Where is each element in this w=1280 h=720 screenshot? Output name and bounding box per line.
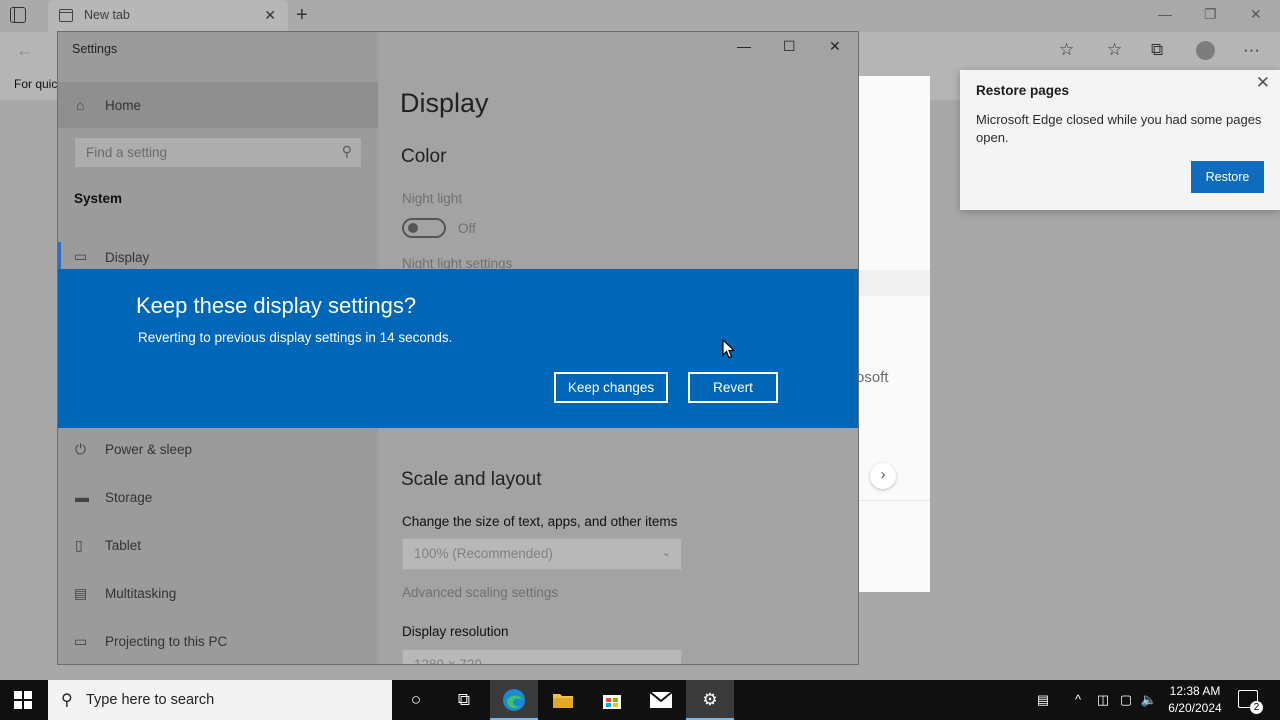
sidebar-item-tablet[interactable]: Tablet <box>105 538 141 553</box>
file-explorer-icon[interactable] <box>539 680 587 720</box>
favorites-icon[interactable]: ☆ <box>1107 40 1122 60</box>
find-setting-search[interactable]: ⚲ <box>74 137 362 168</box>
store-icon[interactable] <box>588 680 636 720</box>
taskbar: ⚲ ○ ⧉ ⚙ ▤ ^ ◫ ▢ 🔈 12:38 AM 6/20/2024 <box>0 680 1280 720</box>
mouse-cursor-icon <box>722 339 736 359</box>
back-arrow-icon[interactable]: ← <box>16 40 34 61</box>
chevron-down-icon: ⌄ <box>661 658 671 665</box>
start-quad <box>14 701 22 709</box>
tab-actions-icon[interactable] <box>10 7 26 23</box>
sidebar-section-system: System <box>74 191 123 206</box>
network-icon[interactable]: ▢ <box>1116 680 1136 720</box>
page-title: Display <box>400 88 489 118</box>
close-window-icon[interactable]: ✕ <box>829 38 841 55</box>
restore-title: Restore pages <box>976 83 1070 98</box>
tab-title: New tab <box>84 8 130 22</box>
toggle-knob <box>408 223 418 233</box>
tab-close-icon[interactable]: ✕ <box>264 7 276 24</box>
start-quad <box>24 691 32 699</box>
new-tab-favicon-icon <box>59 9 73 22</box>
taskbar-search-input[interactable] <box>86 688 376 712</box>
folder-icon <box>553 694 573 708</box>
scale-label: Change the size of text, apps, and other… <box>402 514 678 529</box>
start-quad <box>24 701 32 709</box>
projecting-icon: ▭ <box>74 633 88 649</box>
sidebar-item-projecting[interactable]: Projecting to this PC <box>105 634 227 649</box>
chevron-right-icon[interactable]: › <box>870 463 896 489</box>
power-icon: ⏻ <box>75 441 87 457</box>
resolution-value: 1280 × 720 <box>414 657 482 665</box>
edge-restore-icon[interactable]: ❐ <box>1204 6 1217 23</box>
taskbar-search-box[interactable]: ⚲ <box>48 680 392 720</box>
scale-layout-heading: Scale and layout <box>401 469 542 490</box>
card-band <box>858 270 930 296</box>
notification-count-badge: 2 <box>1250 701 1263 714</box>
favorites-bar-text: For quic <box>14 77 58 91</box>
resolution-dropdown[interactable]: 1280 × 720 ⌄ <box>402 649 682 665</box>
card-partial-text: osoft <box>856 369 889 386</box>
search-icon: ⚲ <box>341 143 352 159</box>
dialog-heading: Keep these display settings? <box>136 293 417 318</box>
keep-display-settings-dialog: Keep these display settings? Reverting t… <box>58 269 858 428</box>
resolution-label: Display resolution <box>402 624 509 639</box>
card-divider <box>858 500 930 501</box>
keep-changes-button[interactable]: Keep changes <box>554 372 668 403</box>
chevron-down-icon: ⌄ <box>661 547 671 559</box>
shopping-bag-icon <box>603 695 621 709</box>
edge-logo-icon <box>503 689 525 711</box>
volume-muted-icon[interactable]: 🔈 <box>1139 680 1159 720</box>
night-light-state: Off <box>458 221 476 236</box>
monitor-icon: ▭ <box>74 248 88 264</box>
new-tab-plus-icon[interactable]: + <box>296 4 308 27</box>
sidebar-item-storage[interactable]: Storage <box>105 490 152 505</box>
scale-dropdown[interactable]: 100% (Recommended) ⌄ <box>402 538 682 570</box>
edge-new-tab-card <box>858 76 930 592</box>
news-icon[interactable]: ▤ <box>1028 680 1058 720</box>
maximize-icon[interactable]: ☐ <box>783 38 796 55</box>
sidebar-home-label: Home <box>105 98 142 113</box>
more-menu-icon[interactable]: ··· <box>1243 40 1260 60</box>
search-icon: ⚲ <box>61 692 73 709</box>
multitasking-icon: ▤ <box>74 585 88 601</box>
storage-icon: ▬ <box>75 489 89 505</box>
sidebar-item-power-sleep[interactable]: Power & sleep <box>105 442 192 457</box>
sidebar-item-multitasking[interactable]: Multitasking <box>105 586 176 601</box>
edge-taskbar-icon[interactable] <box>490 680 538 720</box>
advanced-scaling-link[interactable]: Advanced scaling settings <box>402 585 558 600</box>
collections-icon[interactable]: ⧉ <box>1151 40 1163 60</box>
envelope-icon <box>649 691 673 708</box>
home-icon: ⌂ <box>76 97 85 113</box>
windows-start-icon[interactable] <box>14 691 32 709</box>
restore-message: Microsoft Edge closed while you had some… <box>976 112 1262 145</box>
chevron-up-icon[interactable]: ^ <box>1068 680 1088 720</box>
night-light-label: Night light <box>402 191 463 206</box>
color-heading: Color <box>401 146 447 167</box>
clock-date: 6/20/2024 <box>1168 701 1222 715</box>
edge-tab-new-tab[interactable]: New tab ✕ <box>48 0 288 32</box>
restore-pages-popup: Restore pages Microsoft Edge closed whil… <box>960 70 1280 210</box>
tablet-icon: ▯ <box>75 537 83 553</box>
meet-now-icon[interactable]: ◫ <box>1093 680 1113 720</box>
revert-button[interactable]: Revert <box>688 372 778 403</box>
cortana-icon[interactable]: ○ <box>392 680 440 720</box>
dialog-countdown-message: Reverting to previous display settings i… <box>138 330 453 345</box>
scale-value: 100% (Recommended) <box>414 546 553 561</box>
minimize-icon[interactable]: — <box>737 38 751 54</box>
task-view-icon[interactable]: ⧉ <box>440 680 488 720</box>
sidebar-item-display[interactable]: Display <box>105 250 149 265</box>
clock-time: 12:38 AM <box>1169 684 1221 698</box>
edge-minimize-icon[interactable]: — <box>1158 6 1172 22</box>
close-icon[interactable]: ✕ <box>1256 73 1270 93</box>
find-setting-input[interactable] <box>75 138 335 167</box>
window-title: Settings <box>72 42 118 56</box>
profile-avatar[interactable] <box>1196 41 1215 60</box>
mail-icon[interactable] <box>637 680 685 720</box>
restore-button[interactable]: Restore <box>1191 161 1264 193</box>
edge-close-icon[interactable]: ✕ <box>1250 6 1262 23</box>
night-light-toggle[interactable] <box>402 218 446 238</box>
add-favorite-icon[interactable]: ☆ <box>1059 40 1074 60</box>
taskbar-clock[interactable]: 12:38 AM 6/20/2024 <box>1162 683 1228 717</box>
settings-taskbar-icon[interactable]: ⚙ <box>686 680 734 720</box>
start-quad <box>14 691 22 699</box>
